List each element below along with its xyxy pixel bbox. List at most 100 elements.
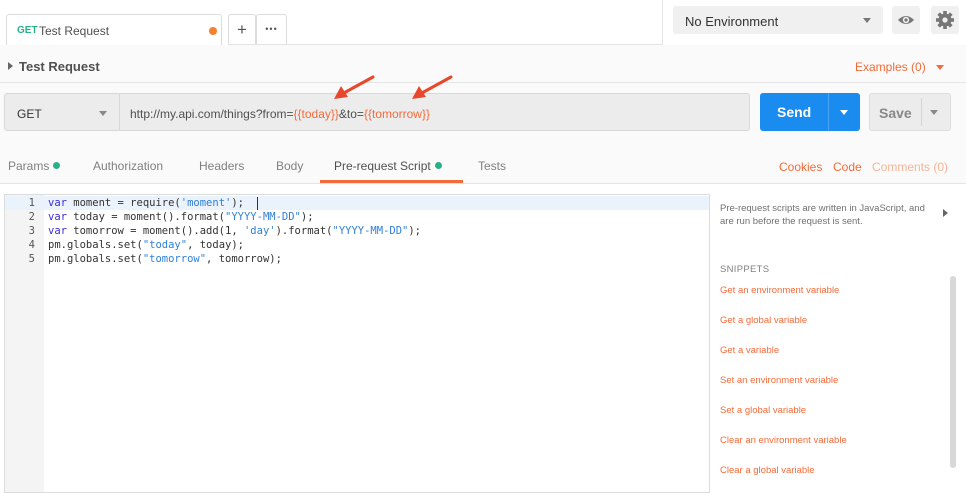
tab-prerequest-script[interactable]: Pre-request Script bbox=[334, 159, 442, 173]
tab-tests[interactable]: Tests bbox=[478, 159, 506, 173]
code-line[interactable]: 4 pm.globals.set("today", today); bbox=[5, 238, 709, 252]
url-variable-today: {{today}} bbox=[293, 107, 339, 121]
url-mid: &to= bbox=[338, 107, 364, 121]
line-number: 1 bbox=[28, 197, 35, 209]
tab-headers[interactable]: Headers bbox=[199, 159, 244, 173]
comments-link[interactable]: Comments (0) bbox=[872, 160, 948, 174]
url-variable-tomorrow: {{tomorrow}} bbox=[363, 107, 430, 121]
request-tab-bar: GET Test Request + ••• No Environment bbox=[0, 0, 966, 45]
request-tab[interactable]: GET Test Request bbox=[6, 14, 222, 45]
tab-params[interactable]: Params bbox=[8, 159, 61, 173]
snippet-link[interactable]: Set a global variable bbox=[720, 405, 806, 416]
code-string: 'moment' bbox=[180, 197, 232, 209]
environment-area: No Environment bbox=[662, 0, 966, 45]
chevron-down-icon[interactable] bbox=[930, 110, 938, 115]
snippet-link[interactable]: Clear a global variable bbox=[720, 465, 815, 476]
active-tab-indicator bbox=[320, 180, 463, 183]
status-dot-icon bbox=[53, 162, 61, 169]
url-bar: GET http://my.api.com/things?from={{toda… bbox=[0, 83, 966, 141]
annotation-arrow-icon bbox=[334, 75, 375, 99]
chevron-down-icon bbox=[863, 18, 871, 23]
code-token: ); bbox=[300, 211, 314, 223]
url-prefix: http://my.api.com/things?from= bbox=[130, 107, 294, 121]
code-line[interactable]: 2 var today = moment().format("YYYY-MM-DD… bbox=[5, 210, 709, 224]
line-number: 2 bbox=[28, 211, 35, 223]
code-text: var moment = require('moment'); bbox=[48, 196, 244, 210]
caret-right-icon[interactable] bbox=[8, 62, 13, 70]
tab-params-label: Params bbox=[8, 159, 50, 173]
text-cursor bbox=[257, 197, 258, 210]
code-string: "YYYY-MM-DD" bbox=[225, 211, 301, 223]
send-label: Send bbox=[777, 104, 812, 120]
code-string: "today" bbox=[142, 239, 188, 251]
save-label: Save bbox=[879, 105, 912, 121]
code-token: , today); bbox=[187, 239, 244, 251]
eye-icon bbox=[898, 16, 914, 24]
scrollbar[interactable] bbox=[950, 276, 956, 468]
examples-dropdown[interactable]: Examples (0) bbox=[855, 60, 926, 74]
environment-quick-look-button[interactable] bbox=[892, 6, 920, 34]
save-button[interactable]: Save bbox=[869, 93, 951, 131]
request-name[interactable]: Test Request bbox=[19, 59, 100, 74]
code-text: var tomorrow = moment().add(1, 'day').fo… bbox=[48, 224, 421, 238]
code-text: var today = moment().format("YYYY-MM-DD"… bbox=[48, 210, 314, 224]
more-icon: ••• bbox=[265, 24, 278, 34]
tab-body[interactable]: Body bbox=[276, 159, 303, 173]
snippet-link[interactable]: Clear an environment variable bbox=[720, 435, 847, 446]
new-tab-button[interactable]: + bbox=[228, 14, 256, 45]
snippets-title: SNIPPETS bbox=[720, 264, 770, 275]
environment-value: No Environment bbox=[685, 14, 779, 29]
code-keyword: var bbox=[48, 211, 67, 223]
annotation-arrow-icon bbox=[412, 75, 453, 99]
settings-button[interactable] bbox=[931, 6, 959, 34]
plus-icon: + bbox=[237, 20, 247, 39]
line-number: 3 bbox=[28, 225, 35, 237]
code-text: pm.globals.set("tomorrow", tomorrow); bbox=[48, 252, 282, 266]
code-token: moment = require( bbox=[66, 197, 181, 209]
code-line[interactable]: 3 var tomorrow = moment().add(1, 'day').f… bbox=[5, 224, 709, 238]
snippets-panel: Pre-request scripts are written in JavaS… bbox=[710, 194, 966, 496]
send-button[interactable]: Send bbox=[760, 93, 860, 131]
save-divider bbox=[921, 98, 922, 126]
code-token: pm.globals.set( bbox=[48, 239, 143, 251]
line-number: 4 bbox=[28, 239, 35, 251]
script-editor[interactable]: 1 var moment = require('moment'); 2 var tod… bbox=[4, 194, 710, 493]
method-select[interactable]: GET bbox=[4, 93, 120, 131]
code-token: ); bbox=[408, 225, 422, 237]
request-subtabs: Params Authorization Headers Body Pre-re… bbox=[0, 141, 966, 184]
code-string: "YYYY-MM-DD" bbox=[332, 225, 409, 237]
line-number: 5 bbox=[28, 253, 35, 265]
unsaved-dot-icon bbox=[209, 27, 217, 35]
snippet-link[interactable]: Get a global variable bbox=[720, 315, 807, 326]
request-name-bar: Test Request Examples (0) bbox=[0, 45, 966, 83]
tab-options-button[interactable]: ••• bbox=[256, 14, 287, 45]
request-tab-name: Test Request bbox=[39, 24, 110, 38]
code-line[interactable]: 5 pm.globals.set("tomorrow", tomorrow); bbox=[5, 252, 709, 266]
snippet-link[interactable]: Get a variable bbox=[720, 345, 779, 356]
code-keyword: var bbox=[48, 225, 67, 237]
snippet-link[interactable]: Get an environment variable bbox=[720, 285, 839, 296]
chevron-down-icon[interactable] bbox=[840, 110, 848, 115]
snippet-link[interactable]: Set an environment variable bbox=[720, 375, 838, 386]
environment-select[interactable]: No Environment bbox=[673, 6, 883, 34]
chevron-down-icon[interactable] bbox=[936, 65, 944, 70]
cookies-link[interactable]: Cookies bbox=[779, 160, 822, 174]
code-text: pm.globals.set("today", today); bbox=[48, 238, 244, 252]
tab-prerequest-label: Pre-request Script bbox=[334, 159, 431, 173]
collapse-panel-icon[interactable] bbox=[943, 209, 948, 217]
code-link[interactable]: Code bbox=[833, 160, 862, 174]
code-token: pm.globals.set( bbox=[48, 253, 143, 265]
code-string: "tomorrow" bbox=[142, 253, 207, 265]
request-tab-method: GET bbox=[17, 25, 38, 36]
code-string: 'day' bbox=[243, 225, 276, 237]
code-token: today = moment().format( bbox=[66, 211, 226, 223]
tab-authorization[interactable]: Authorization bbox=[93, 159, 163, 173]
code-token: , tomorrow); bbox=[206, 253, 282, 265]
code-token: ).format( bbox=[275, 225, 333, 237]
status-dot-icon bbox=[434, 162, 442, 169]
code-line[interactable]: 1 var moment = require('moment'); bbox=[5, 196, 709, 210]
code-keyword: var bbox=[48, 197, 67, 209]
code-token: tomorrow = moment().add(1, bbox=[66, 225, 244, 237]
gear-icon bbox=[936, 11, 954, 29]
chevron-down-icon bbox=[99, 111, 107, 116]
